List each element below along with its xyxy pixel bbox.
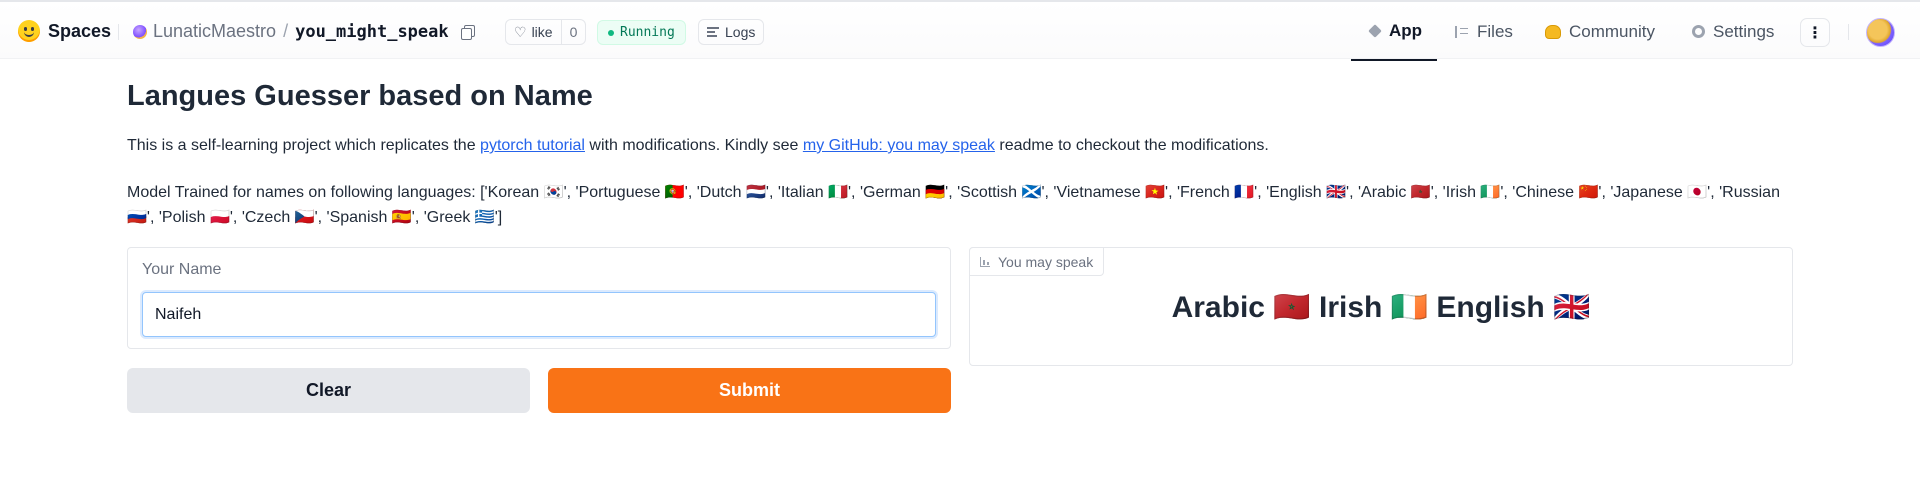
community-icon <box>1545 24 1561 39</box>
repo-name-link[interactable]: you_might_speak <box>295 22 449 42</box>
heart-icon: ♡ <box>514 23 527 40</box>
breadcrumb-separator: / <box>283 21 289 41</box>
logs-label: Logs <box>725 24 756 40</box>
submit-button[interactable]: Submit <box>548 368 951 413</box>
gear-icon <box>1692 25 1705 38</box>
app-icon <box>1368 23 1382 38</box>
repo-breadcrumb: LunaticMaestro / you_might_speak <box>133 21 475 42</box>
name-input[interactable] <box>142 292 936 337</box>
spaces-brand[interactable]: Spaces <box>18 20 111 42</box>
tab-community[interactable]: Community <box>1545 2 1655 61</box>
tab-app[interactable]: App <box>1351 2 1437 61</box>
languages-list: Model Trained for names on following lan… <box>127 184 1780 226</box>
tab-settings[interactable]: Settings <box>1692 2 1774 61</box>
status-dot-icon <box>608 29 614 36</box>
description: This is a self-learning project which re… <box>127 137 1269 155</box>
output-panel: You may speak Arabic 🇲🇦 Irish 🇮🇪 English… <box>969 247 1793 366</box>
copy-icon[interactable] <box>460 24 475 40</box>
owner-link[interactable]: LunaticMaestro <box>153 21 276 42</box>
output-label: You may speak <box>969 247 1105 276</box>
pytorch-tutorial-link[interactable]: pytorch tutorial <box>480 137 585 154</box>
page-title: Langues Guesser based on Name <box>127 80 593 112</box>
desc-text: with modifications. Kindly see <box>584 137 803 154</box>
brand-name: Spaces <box>48 20 112 41</box>
tab-settings-label: Settings <box>1713 21 1775 41</box>
more-options-button[interactable]: ⋮ <box>1800 18 1830 47</box>
like-count: 0 <box>560 20 586 44</box>
divider <box>118 24 119 40</box>
tab-community-label: Community <box>1569 21 1655 41</box>
tab-app-label: App <box>1389 20 1423 40</box>
desc-text: This is a self-learning project which re… <box>127 137 481 154</box>
tab-files[interactable]: Files <box>1455 2 1513 61</box>
top-navbar: Spaces LunaticMaestro / you_might_speak … <box>0 0 1920 61</box>
prediction-result: Arabic 🇲🇦 Irish 🇮🇪 English 🇬🇧 <box>1171 291 1591 324</box>
status-text: Running <box>620 25 675 40</box>
user-avatar[interactable] <box>1866 18 1895 47</box>
input-panel: Your Name <box>127 247 951 349</box>
output-label-text: You may speak <box>998 253 1094 270</box>
logs-button[interactable]: Logs <box>698 19 765 45</box>
status-badge: Running <box>597 20 686 45</box>
clear-button[interactable]: Clear <box>127 368 530 413</box>
like-button[interactable]: ♡ like 0 <box>505 19 587 45</box>
divider <box>1848 24 1849 40</box>
files-icon <box>1455 25 1469 38</box>
logs-icon <box>707 27 719 37</box>
owner-avatar <box>133 24 147 39</box>
huggingface-logo-icon <box>18 20 40 42</box>
tab-files-label: Files <box>1477 21 1513 41</box>
chart-icon <box>980 256 990 267</box>
like-label: like <box>531 24 553 40</box>
github-link[interactable]: my GitHub: you may speak <box>803 137 995 154</box>
desc-text: readme to checkout the modifications. <box>994 137 1269 154</box>
name-field-label: Your Name <box>142 261 222 278</box>
